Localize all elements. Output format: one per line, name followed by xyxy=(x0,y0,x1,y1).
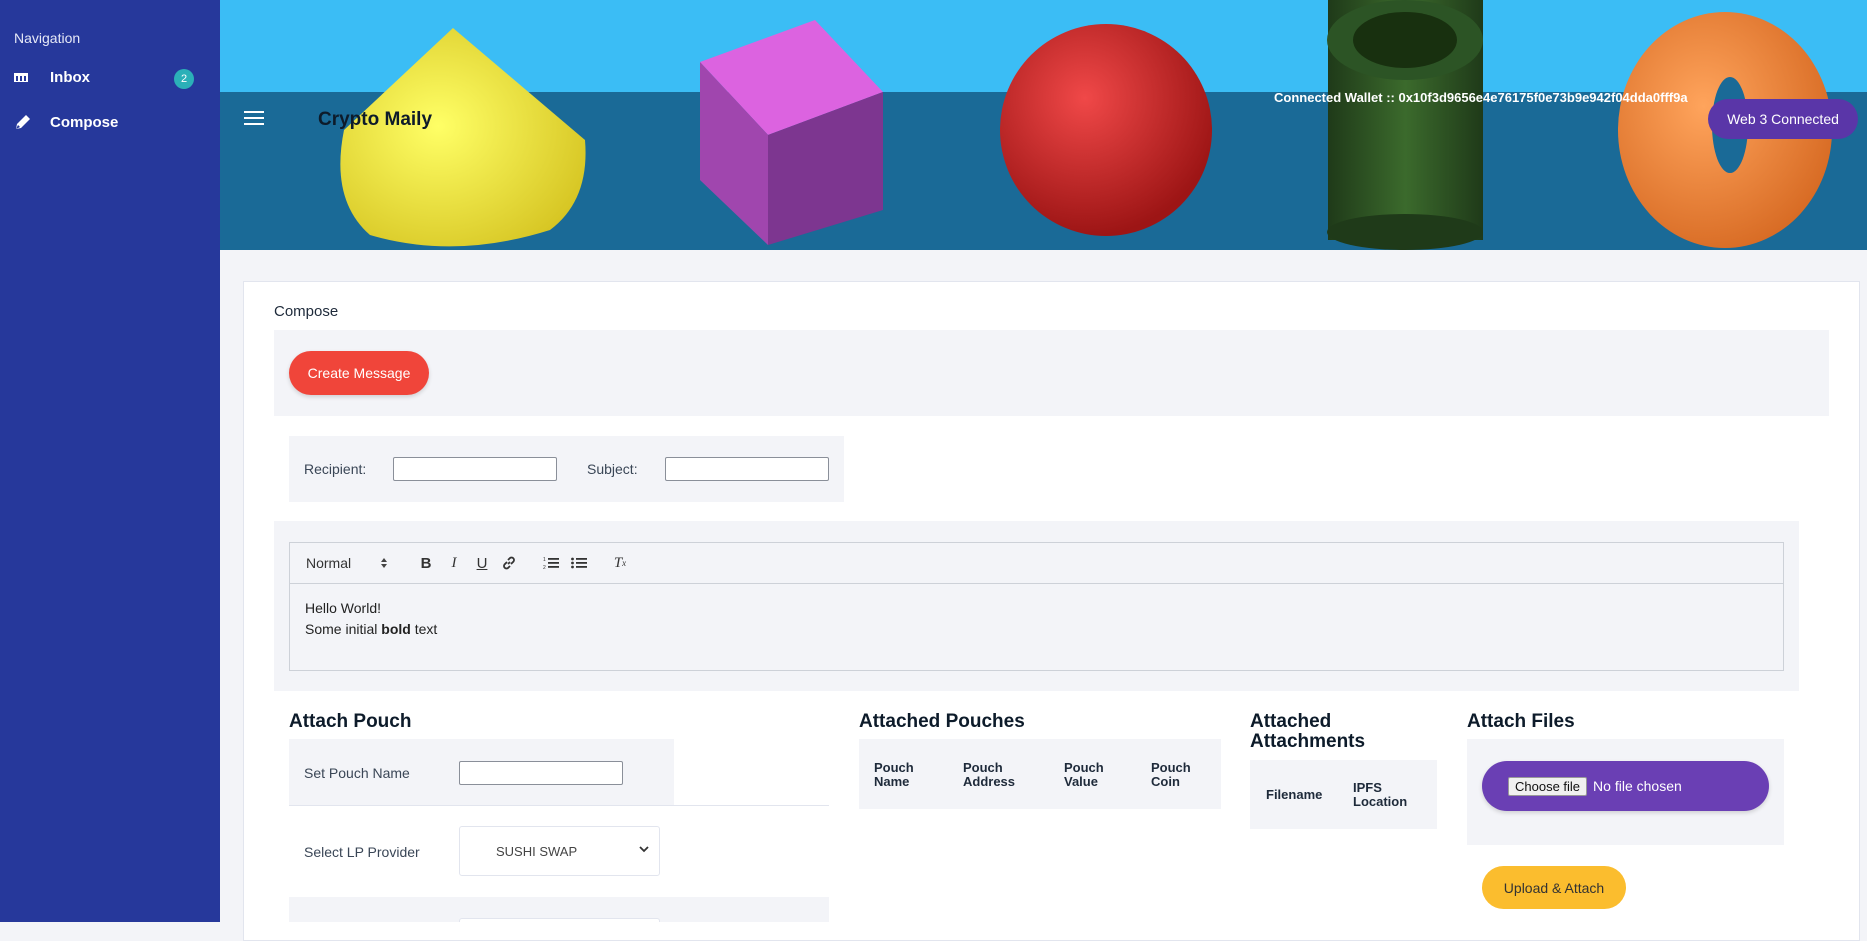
column-header-pouch-address: Pouch Address xyxy=(963,760,1016,789)
recipient-label: Recipient: xyxy=(304,461,367,477)
editor-text: Some initial xyxy=(305,621,382,637)
editor-text: text xyxy=(410,621,438,637)
sidebar: Navigation Inbox 2 Compose xyxy=(0,0,220,922)
pouch-name-input[interactable] xyxy=(459,761,623,785)
underline-icon[interactable]: U xyxy=(472,553,492,573)
compose-heading: Compose xyxy=(274,303,339,320)
pouch-name-label: Set Pouch Name xyxy=(304,765,410,781)
ordered-list-icon[interactable]: 12 xyxy=(541,553,561,573)
clear-format-icon[interactable]: Tx xyxy=(610,553,630,573)
header-banner: Crypto Maily Connected Wallet :: 0x10f3d… xyxy=(220,0,1867,250)
svg-text:1: 1 xyxy=(543,557,546,563)
lp-provider-select[interactable]: SUSHI SWAP xyxy=(459,826,660,876)
link-icon[interactable] xyxy=(499,553,519,573)
attach-files-heading: Attach Files xyxy=(1467,711,1575,732)
sidebar-title: Navigation xyxy=(14,30,81,46)
column-header-pouch-name: Pouch Name xyxy=(874,760,914,789)
bold-icon[interactable]: B xyxy=(416,553,436,573)
editor-content[interactable]: Hello World! Some initial bold text xyxy=(305,598,437,640)
chevron-down-icon xyxy=(639,846,649,853)
subject-input[interactable] xyxy=(665,457,829,481)
web3-connected-button[interactable]: Web 3 Connected xyxy=(1708,99,1858,139)
app-title: Crypto Maily xyxy=(318,109,433,130)
inbox-count-badge: 2 xyxy=(174,69,194,89)
editor-line-1: Hello World! xyxy=(305,600,381,616)
menu-toggle-icon[interactable] xyxy=(244,111,264,125)
next-field-input[interactable] xyxy=(459,918,660,922)
editor-line-2: Some initial bold text xyxy=(305,619,437,640)
attach-pouch-heading: Attach Pouch xyxy=(289,711,412,732)
format-select-value: Normal xyxy=(306,555,352,571)
bullet-list-icon[interactable] xyxy=(569,553,589,573)
create-message-panel xyxy=(274,330,1829,416)
editor-toolbar: Normal B I U 12 Tx xyxy=(290,543,1783,584)
format-select[interactable]: Normal xyxy=(306,553,391,573)
divider xyxy=(289,805,829,806)
inbox-icon xyxy=(14,68,36,86)
file-input[interactable]: Choose file No file chosen xyxy=(1482,761,1769,811)
sidebar-item-label: Compose xyxy=(50,113,119,131)
italic-icon[interactable]: I xyxy=(444,553,464,573)
lp-provider-label: Select LP Provider xyxy=(304,844,420,860)
banner-3d-shapes xyxy=(340,0,1832,250)
create-message-button[interactable]: Create Message xyxy=(289,351,429,395)
no-file-text: No file chosen xyxy=(1593,778,1682,794)
column-header-pouch-value: Pouch Value xyxy=(1064,760,1104,789)
sidebar-item-inbox[interactable]: Inbox 2 xyxy=(14,62,194,92)
sidebar-item-label: Inbox xyxy=(50,68,90,86)
column-header-filename: Filename xyxy=(1266,787,1323,802)
select-arrows-icon xyxy=(381,558,387,568)
recipient-input[interactable] xyxy=(393,457,557,481)
connected-wallet-text: Connected Wallet :: 0x10f3d9656e4e76175f… xyxy=(1274,90,1688,105)
column-header-pouch-coin: Pouch Coin xyxy=(1151,760,1191,789)
pencil-icon xyxy=(14,113,36,131)
editor-bold-text: bold xyxy=(381,621,411,637)
upload-attach-button[interactable]: Upload & Attach xyxy=(1482,866,1626,909)
lp-provider-value: SUSHI SWAP xyxy=(496,843,578,859)
subject-label: Subject: xyxy=(587,461,638,477)
rich-text-editor: Normal B I U 12 Tx Hello World! Some ini… xyxy=(289,542,1784,671)
choose-file-button[interactable]: Choose file xyxy=(1508,776,1588,796)
attached-attachments-heading: Attached Attachments xyxy=(1250,711,1366,752)
column-header-ipfs-location: IPFS Location xyxy=(1353,780,1408,809)
svg-text:2: 2 xyxy=(543,565,546,570)
sidebar-item-compose[interactable]: Compose xyxy=(14,107,194,137)
attached-pouches-heading: Attached Pouches xyxy=(859,711,1025,732)
